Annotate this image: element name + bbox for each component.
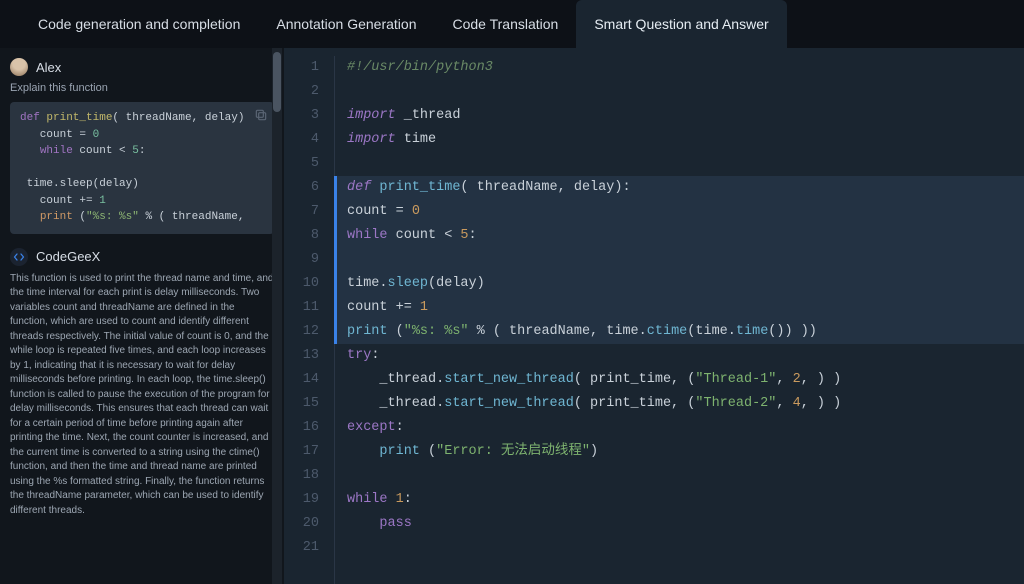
code-line[interactable]: count += 1 (337, 296, 1024, 320)
line-number: 5 (284, 152, 319, 176)
snippet-line: while count < 5: (20, 143, 266, 160)
code-line[interactable] (337, 80, 1024, 104)
assistant-header: CodeGeeX (10, 248, 274, 266)
snippet-line: count += 1 (20, 193, 266, 210)
line-number: 3 (284, 104, 319, 128)
line-number: 21 (284, 536, 319, 560)
code-line[interactable]: def print_time( threadName, delay): (337, 176, 1024, 200)
snippet-line: print ("%s: %s" % ( threadName, (20, 209, 266, 226)
tab-1[interactable]: Annotation Generation (258, 0, 434, 48)
code-line[interactable]: pass (337, 512, 1024, 536)
line-number: 18 (284, 464, 319, 488)
user-name: Alex (36, 60, 61, 75)
user-code-snippet: def print_time( threadName, delay) count… (10, 102, 274, 234)
line-number: 17 (284, 440, 319, 464)
snippet-line: count = 0 (20, 127, 266, 144)
line-number: 6 (284, 176, 319, 200)
copy-icon[interactable] (254, 108, 268, 122)
snippet-line: time.sleep(delay) (20, 176, 266, 193)
code-line[interactable]: print ("Error: 无法启动线程") (337, 440, 1024, 464)
user-header: Alex (10, 58, 274, 76)
line-number: 13 (284, 344, 319, 368)
main-split: Alex Explain this function def print_tim… (0, 48, 1024, 584)
line-number: 1 (284, 56, 319, 80)
line-number: 15 (284, 392, 319, 416)
code-line[interactable]: time.sleep(delay) (337, 272, 1024, 296)
code-line[interactable]: try: (337, 344, 1024, 368)
code-line[interactable]: while count < 5: (337, 224, 1024, 248)
line-number: 19 (284, 488, 319, 512)
code-line[interactable]: count = 0 (337, 200, 1024, 224)
assistant-explanation: This function is used to print the threa… (10, 272, 274, 519)
line-number: 11 (284, 296, 319, 320)
code-line[interactable] (337, 152, 1024, 176)
code-line[interactable]: #!/usr/bin/python3 (337, 56, 1024, 80)
editor-code-area[interactable]: #!/usr/bin/python3 import _threadimport … (334, 56, 1024, 584)
code-editor[interactable]: 123456789101112131415161718192021 #!/usr… (284, 48, 1024, 584)
avatar (10, 58, 28, 76)
codegeex-icon (10, 248, 28, 266)
line-number: 10 (284, 272, 319, 296)
code-line[interactable] (337, 464, 1024, 488)
code-line[interactable]: _thread.start_new_thread( print_time, ("… (337, 392, 1024, 416)
line-number: 8 (284, 224, 319, 248)
line-number: 9 (284, 248, 319, 272)
tab-2[interactable]: Code Translation (434, 0, 576, 48)
line-number: 20 (284, 512, 319, 536)
snippet-line (20, 160, 266, 177)
sidebar-scrollbar[interactable] (272, 48, 282, 584)
code-line[interactable]: import _thread (337, 104, 1024, 128)
line-number: 14 (284, 368, 319, 392)
line-number: 4 (284, 128, 319, 152)
tab-0[interactable]: Code generation and completion (20, 0, 258, 48)
code-line[interactable]: import time (337, 128, 1024, 152)
snippet-line: def print_time( threadName, delay) (20, 110, 266, 127)
editor-gutter: 123456789101112131415161718192021 (284, 56, 334, 584)
line-number: 7 (284, 200, 319, 224)
user-prompt: Explain this function (10, 82, 274, 94)
code-line[interactable]: _thread.start_new_thread( print_time, ("… (337, 368, 1024, 392)
code-line[interactable] (337, 536, 1024, 560)
code-line[interactable]: print ("%s: %s" % ( threadName, time.cti… (337, 320, 1024, 344)
assistant-name: CodeGeeX (36, 249, 100, 264)
line-number: 2 (284, 80, 319, 104)
tab-bar: Code generation and completionAnnotation… (0, 0, 1024, 48)
line-number: 12 (284, 320, 319, 344)
code-line[interactable]: except: (337, 416, 1024, 440)
code-line[interactable] (337, 248, 1024, 272)
tab-3[interactable]: Smart Question and Answer (576, 0, 786, 48)
line-number: 16 (284, 416, 319, 440)
chat-sidebar: Alex Explain this function def print_tim… (0, 48, 284, 584)
code-line[interactable]: while 1: (337, 488, 1024, 512)
